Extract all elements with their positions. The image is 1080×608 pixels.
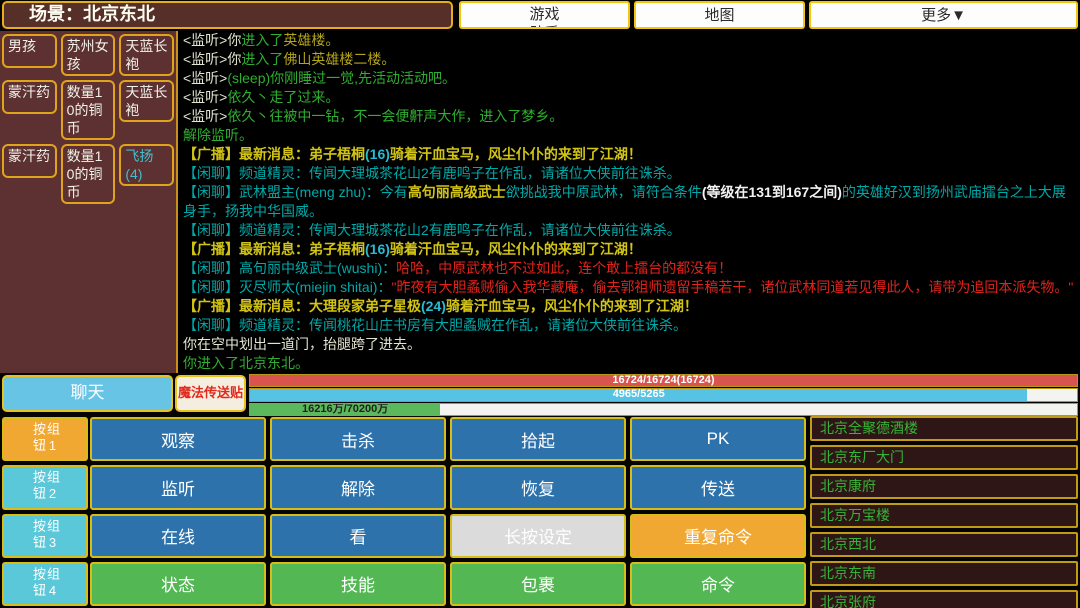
command-button[interactable]: 包裹 bbox=[450, 562, 626, 606]
command-button[interactable]: 命令 bbox=[630, 562, 806, 606]
command-button[interactable]: 监听 bbox=[90, 465, 266, 509]
room-object-item[interactable]: 天蓝长袍 bbox=[119, 34, 174, 76]
hp-bar-fill: 16724/16724(16724) bbox=[250, 375, 1077, 386]
hp-bar: 16724/16724(16724) bbox=[249, 374, 1078, 387]
room-object-item[interactable]: 飞扬(4) bbox=[119, 144, 174, 186]
room-object-item[interactable]: 天蓝长袍 bbox=[119, 80, 174, 122]
game-menu-button[interactable]: 游戏 助手 bbox=[459, 1, 630, 29]
exp-bar-fill: 16216万/70200万 bbox=[250, 404, 440, 415]
mp-bar-fill: 4965/5265 bbox=[250, 389, 1027, 400]
hp-bar-value: 16724/16724(16724) bbox=[612, 375, 714, 386]
chat-line: 你在空中划出一道门，抬腿跨了进去。 bbox=[183, 335, 1075, 354]
location-exit-button[interactable]: 北京万宝楼 bbox=[810, 503, 1078, 528]
room-object-item[interactable]: 蒙汗药 bbox=[2, 144, 57, 178]
chat-line: <监听>依久丶走了过来。 bbox=[183, 88, 1075, 107]
chat-line: 你进入了北京东北。 bbox=[183, 354, 1075, 373]
command-button[interactable]: 传送 bbox=[630, 465, 806, 509]
location-exit-button[interactable]: 北京康府 bbox=[810, 474, 1078, 499]
button-group-tab-label: 按钮组3 bbox=[31, 519, 59, 556]
location-exit-button[interactable]: 北京张府 bbox=[810, 590, 1078, 608]
more-menu-button[interactable]: 更多▼ bbox=[809, 1, 1078, 29]
room-object-item[interactable]: 数量10的铜币 bbox=[61, 144, 116, 204]
chat-line: 【闲聊】高句丽中级武士(wushi)：哈哈，中原武林也不过如此，连个敢上擂台的都… bbox=[183, 259, 1075, 278]
command-button[interactable]: 恢复 bbox=[450, 465, 626, 509]
location-exit-button[interactable]: 北京全聚德酒楼 bbox=[810, 416, 1078, 441]
chat-line: 【闲聊】频道精灵：传闻大理城茶花山2有鹿鸣子在作乱，请诸位大侠前往诛杀。 bbox=[183, 221, 1075, 240]
scene-title: 场景：北京东北 bbox=[2, 1, 453, 29]
map-menu-button[interactable]: 地图 bbox=[634, 1, 805, 29]
button-group-tab-1[interactable]: 按钮组1 bbox=[2, 417, 88, 461]
location-exit-button[interactable]: 北京东南 bbox=[810, 561, 1078, 586]
command-button[interactable]: 长按设定 bbox=[450, 514, 626, 558]
chat-line: 【闲聊】灭尽师太(miejin shitai)："昨夜有大胆蟊贼偷入我华藏庵，偷… bbox=[183, 278, 1075, 297]
button-group-tab-label: 按钮组1 bbox=[31, 422, 59, 459]
mp-bar: 4965/5265 bbox=[249, 388, 1078, 401]
location-exit-button[interactable]: 北京西北 bbox=[810, 532, 1078, 557]
command-button[interactable]: 在线 bbox=[90, 514, 266, 558]
room-object-item[interactable]: 男孩 bbox=[2, 34, 57, 68]
room-objects-panel: 男孩苏州女孩天蓝长袍蒙汗药数量10的铜币天蓝长袍蒙汗药数量10的铜币飞扬(4) bbox=[0, 31, 178, 373]
chat-line: <监听>你进入了英雄楼。 bbox=[183, 31, 1075, 50]
chat-line: 【广播】最新消息：大理段家弟子星极(24)骑着汗血宝马，风尘仆仆的来到了江湖！ bbox=[183, 297, 1075, 316]
command-button-grid: 观察击杀拾起PK 监听解除恢复传送在线看长按设定重复命令状态技能包裹命令 bbox=[90, 417, 806, 606]
chat-line: 【闲聊】频道精灵：传闻大理城茶花山2有鹿鸣子在作乱，请诸位大侠前往诛杀。 bbox=[183, 164, 1075, 183]
chat-tab-button[interactable]: 聊天 bbox=[2, 375, 173, 412]
command-button[interactable]: 解除 bbox=[270, 465, 446, 509]
chat-line: 【广播】最新消息：弟子梧桐(16)骑着汗血宝马，风尘仆仆的来到了江湖！ bbox=[183, 240, 1075, 259]
game-menu-sublabel: 助手 bbox=[461, 25, 628, 29]
room-object-item[interactable]: 苏州女孩 bbox=[61, 34, 116, 76]
chat-line: 解除监听。 bbox=[183, 126, 1075, 145]
command-button[interactable]: 状态 bbox=[90, 562, 266, 606]
exp-bar: 16216万/70200万 bbox=[249, 403, 1078, 416]
button-group-tab-4[interactable]: 按钮组4 bbox=[2, 562, 88, 606]
location-exit-list: 北京全聚德酒楼北京东厂大门北京康府北京万宝楼北京西北北京东南北京张府 bbox=[810, 416, 1078, 608]
magic-teleport-button[interactable]: 魔法传送贴 bbox=[175, 375, 246, 412]
mp-bar-value: 4965/5265 bbox=[613, 389, 665, 400]
command-button[interactable]: 击杀 bbox=[270, 417, 446, 461]
room-object-item[interactable]: 数量10的铜币 bbox=[61, 80, 116, 140]
room-object-item[interactable]: 蒙汗药 bbox=[2, 80, 57, 114]
button-group-tabs: 按钮组1 按钮组2 按钮组3 按钮组4 bbox=[2, 417, 88, 606]
top-bar: 场景：北京东北 游戏 助手 地图 更多▼ bbox=[0, 0, 1080, 31]
command-button[interactable]: 观察 bbox=[90, 417, 266, 461]
location-exit-button[interactable]: 北京东厂大门 bbox=[810, 445, 1078, 470]
chat-log[interactable]: <监听>你进入了英雄楼。<监听>你进入了佛山英雄楼二楼。<监听>(sleep)你… bbox=[178, 31, 1080, 373]
command-button[interactable]: 看 bbox=[270, 514, 446, 558]
chat-line: 【广播】最新消息：弟子梧桐(16)骑着汗血宝马，风尘仆仆的来到了江湖！ bbox=[183, 145, 1075, 164]
command-button[interactable]: 拾起 bbox=[450, 417, 626, 461]
chat-line: <监听>依久丶往被中一钻，不一会便鼾声大作，进入了梦乡。 bbox=[183, 107, 1075, 126]
command-button[interactable]: PK bbox=[630, 417, 806, 461]
command-button[interactable]: 重复命令 bbox=[630, 514, 806, 558]
button-group-tab-label: 按钮组4 bbox=[31, 567, 59, 604]
chat-line: <监听>你进入了佛山英雄楼二楼。 bbox=[183, 50, 1075, 69]
chat-line: 【闲聊】频道精灵：传闻桃花山庄书房有大胆蟊贼在作乱，请诸位大侠前往诛杀。 bbox=[183, 316, 1075, 335]
game-menu-label: 游戏 bbox=[461, 3, 628, 25]
chat-line: <监听>(sleep)你刚睡过一觉,先活动活动吧。 bbox=[183, 69, 1075, 88]
button-group-tab-label: 按钮组2 bbox=[31, 470, 59, 507]
button-group-tab-3[interactable]: 按钮组3 bbox=[2, 514, 88, 558]
button-group-tab-2[interactable]: 按钮组2 bbox=[2, 465, 88, 509]
exp-bar-value: 16216万/70200万 bbox=[302, 404, 388, 415]
command-button[interactable]: 技能 bbox=[270, 562, 446, 606]
status-bars: 16724/16724(16724) 4965/5265 16216万/70200万 bbox=[249, 374, 1078, 416]
chat-line: 【闲聊】武林盟主(meng zhu)：今有高句丽高级武士欲挑战我中原武林，请符合… bbox=[183, 183, 1075, 221]
